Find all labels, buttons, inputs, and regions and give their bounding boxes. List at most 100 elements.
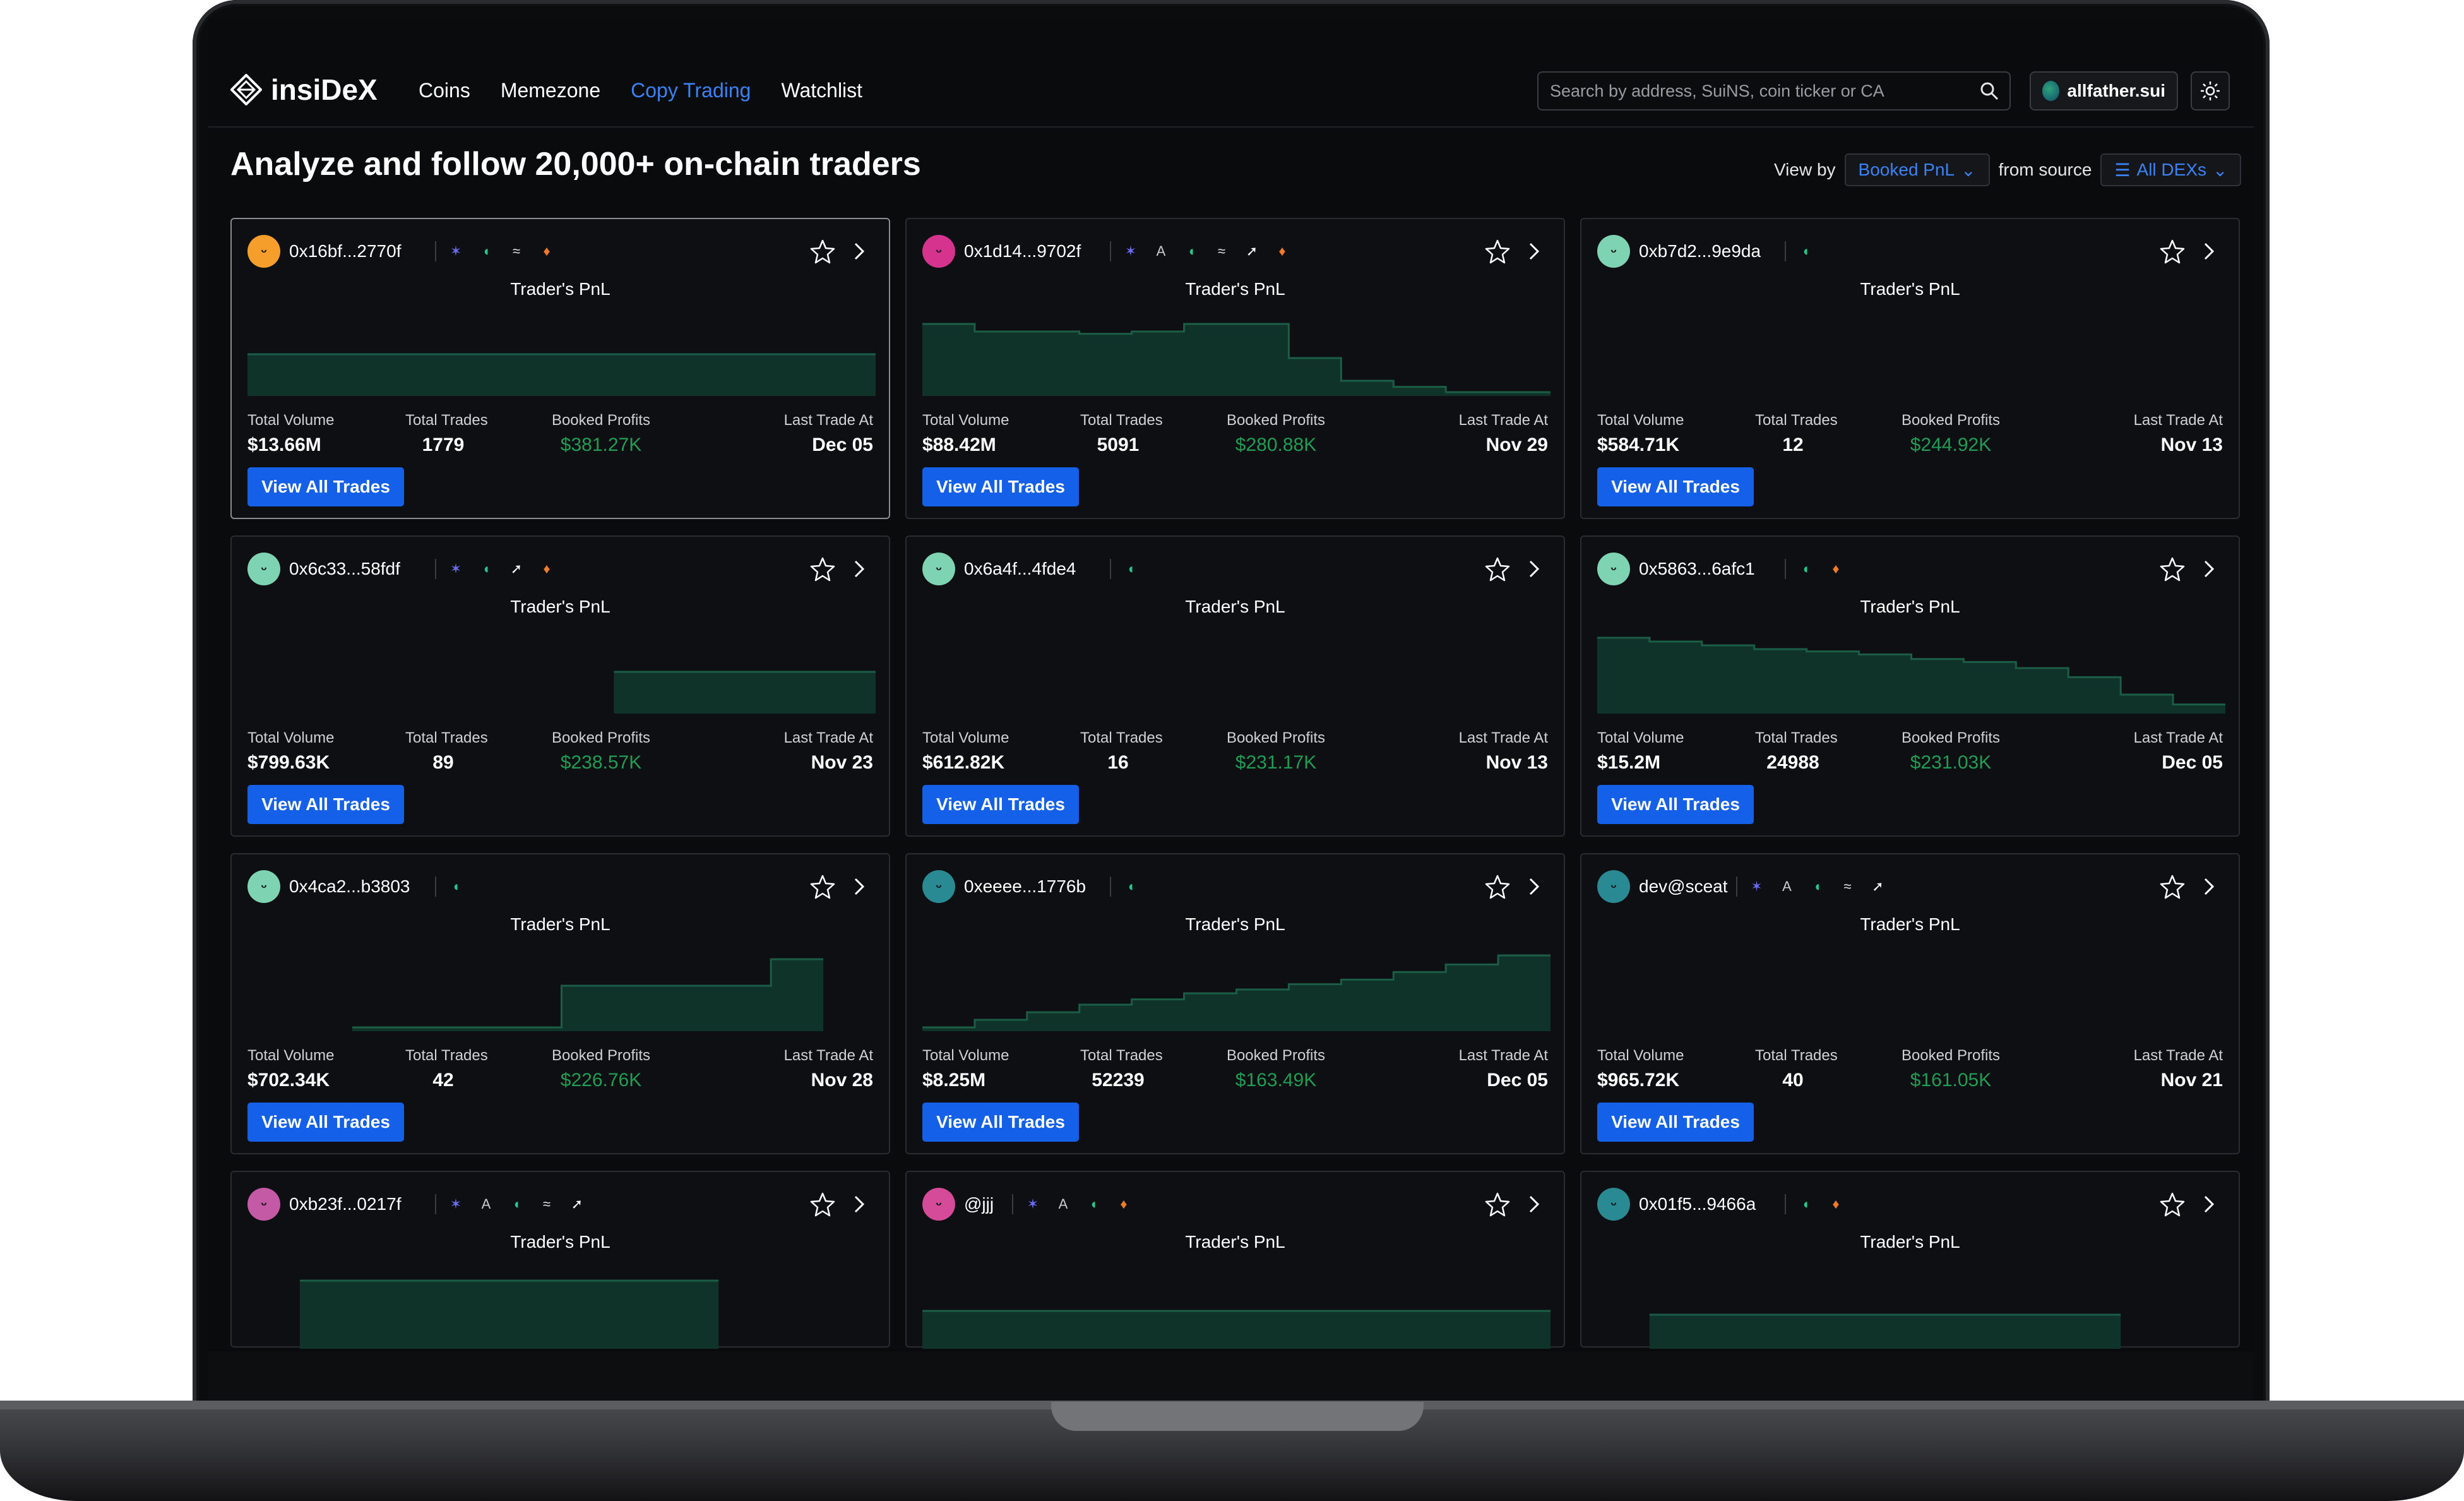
nav-coins[interactable]: Coins (419, 79, 470, 102)
trader-card[interactable]: ᵕ 0x6c33...58fdf ✶ ◖ ➚ ♦ Trader's PnL Total Vol… (230, 535, 890, 837)
dex-wave-icon: ◖ (1126, 561, 1135, 577)
star-icon[interactable] (1484, 873, 1511, 900)
logo-text: insiDeX (271, 73, 378, 106)
nav-copy-trading[interactable]: Copy Trading (631, 79, 751, 102)
view-all-trades-button[interactable]: View All Trades (247, 1103, 404, 1142)
trader-card[interactable]: ᵕ 0x4ca2...b3803 ◖ Trader's PnL Total Volume… (230, 853, 890, 1154)
chevron-right-icon[interactable] (1520, 1190, 1548, 1218)
booked-profits-label: Booked Profits (1901, 412, 2001, 429)
dex-wave-icon: ◖ (1187, 243, 1196, 259)
booked-profits-label: Booked Profits (1226, 412, 1326, 429)
last-trade-label: Last Trade At (1458, 412, 1548, 429)
chevron-right-icon[interactable] (2195, 555, 2223, 583)
total-trades-label: Total Trades (1080, 729, 1163, 746)
theme-toggle-button[interactable] (2191, 71, 2230, 111)
trader-card[interactable]: ᵕ @jjj ✶ A ◖ ♦ Trader's PnL (905, 1171, 1565, 1349)
booked-profits-label: Booked Profits (1901, 729, 2001, 746)
view-all-trades-button[interactable]: View All Trades (1597, 1103, 1754, 1142)
chevron-right-icon[interactable] (845, 555, 873, 583)
chevron-right-icon[interactable] (2195, 873, 2223, 900)
trader-card[interactable]: ᵕ 0xeeee...1776b ◖ Trader's PnL Total Volume… (905, 853, 1565, 1154)
trader-address[interactable]: 0x5863...6afc1 (1639, 559, 1755, 579)
logo[interactable]: insiDeX (230, 73, 378, 107)
trader-address[interactable]: 0x6c33...58fdf (289, 559, 400, 579)
chevron-right-icon[interactable] (1520, 237, 1548, 265)
last-trade-value: Nov 28 (811, 1070, 873, 1091)
view-all-trades-button[interactable]: View All Trades (922, 1103, 1079, 1142)
total-trades-value: 52239 (1092, 1070, 1145, 1091)
chevron-right-icon[interactable] (1520, 873, 1548, 900)
dex-wave-icon: ◖ (1126, 878, 1135, 894)
star-icon[interactable] (2158, 1190, 2186, 1218)
star-icon[interactable] (809, 237, 836, 265)
star-icon[interactable] (2158, 237, 2186, 265)
star-icon[interactable] (1484, 237, 1511, 265)
star-icon[interactable] (809, 555, 836, 583)
trader-card[interactable]: ᵕ 0x1d14...9702f ✶ A ◖ ≈ ➚ ♦ Trader's PnL Total V… (905, 218, 1565, 519)
nav-memezone[interactable]: Memezone (501, 79, 600, 102)
user-button[interactable]: allfather.sui (2030, 71, 2178, 111)
trader-address[interactable]: 0x1d14...9702f (964, 241, 1081, 261)
last-trade-label: Last Trade At (2133, 729, 2223, 746)
last-trade-value: Nov 21 (2160, 1070, 2223, 1091)
chevron-right-icon[interactable] (2195, 1190, 2223, 1218)
avatar: ᵕ (1597, 870, 1630, 903)
trader-card[interactable]: ᵕ dev@sceat ✶ A ◖ ≈ ➚ Trader's PnL Total Volume $… (1580, 853, 2240, 1154)
card-header: ᵕ 0xb23f...0217f ✶ A ◖ ≈ ➚ (247, 1188, 873, 1221)
dex-a-icon: A (1058, 1196, 1068, 1212)
trader-address[interactable]: 0x01f5...9466a (1639, 1194, 1756, 1214)
chevron-right-icon[interactable] (845, 237, 873, 265)
star-icon[interactable] (2158, 873, 2186, 900)
view-all-trades-button[interactable]: View All Trades (247, 785, 404, 824)
smile-icon: ᵕ (936, 1196, 942, 1212)
trader-address[interactable]: 0xb7d2...9e9da (1639, 241, 1761, 261)
view-all-trades-button[interactable]: View All Trades (922, 467, 1079, 506)
total-trades-value: 12 (1782, 434, 1804, 455)
trader-address[interactable]: 0x6a4f...4fde4 (964, 559, 1076, 579)
trader-address[interactable]: 0xb23f...0217f (289, 1194, 401, 1214)
search-input[interactable] (1549, 80, 1979, 102)
dex-arrow-icon: ➚ (1246, 243, 1258, 259)
trader-address[interactable]: 0x16bf...2770f (289, 241, 401, 261)
trader-card[interactable]: ᵕ 0xb23f...0217f ✶ A ◖ ≈ ➚ Trader's PnL (230, 1171, 890, 1349)
view-all-trades-button[interactable]: View All Trades (922, 785, 1079, 824)
chevron-right-icon[interactable] (845, 1190, 873, 1218)
pnl-title: Trader's PnL (1185, 1232, 1285, 1252)
trader-address[interactable]: 0x4ca2...b3803 (289, 876, 410, 897)
booked-profits-value: $280.88K (1235, 434, 1317, 455)
card-header: ᵕ @jjj ✶ A ◖ ♦ (922, 1188, 1548, 1221)
star-icon[interactable] (1484, 1190, 1511, 1218)
view-all-trades-button[interactable]: View All Trades (1597, 785, 1754, 824)
trader-card[interactable]: ᵕ 0x5863...6afc1 ◖ ♦ Trader's PnL Total Volum… (1580, 535, 2240, 837)
view-by-dropdown[interactable]: Booked PnL ⌄ (1844, 153, 1990, 186)
trader-address[interactable]: dev@sceat (1639, 876, 1728, 897)
trader-stats: Total Volume $612.82K Total Trades 16 Booked… (922, 729, 1548, 774)
last-trade-label: Last Trade At (783, 729, 873, 746)
star-icon[interactable] (809, 873, 836, 900)
source-dropdown[interactable]: ☰ All DEXs ⌄ (2100, 153, 2242, 186)
total-volume-value: $612.82K (922, 752, 1005, 773)
avatar: ᵕ (922, 1188, 955, 1221)
total-trades-label: Total Trades (1080, 1047, 1163, 1064)
star-icon[interactable] (809, 1190, 836, 1218)
dex-arrow-icon: ➚ (1872, 878, 1884, 894)
chevron-right-icon[interactable] (2195, 237, 2223, 265)
total-trades-value: 5091 (1097, 434, 1140, 455)
chevron-right-icon[interactable] (1520, 555, 1548, 583)
view-all-trades-button[interactable]: View All Trades (1597, 467, 1754, 506)
dex-wave-icon: ◖ (1801, 1196, 1810, 1212)
view-all-trades-button[interactable]: View All Trades (247, 467, 404, 506)
chevron-right-icon[interactable] (845, 873, 873, 900)
search-icon[interactable] (1979, 81, 1999, 101)
trader-card[interactable]: ᵕ 0x01f5...9466a ◖ ♦ Trader's PnL (1580, 1171, 2240, 1349)
nav-watchlist[interactable]: Watchlist (781, 79, 862, 102)
star-icon[interactable] (1484, 555, 1511, 583)
trader-card[interactable]: ᵕ 0x16bf...2770f ✶ ◖ ≈ ♦ Trader's PnL Total Vol… (230, 218, 890, 519)
star-icon[interactable] (2158, 555, 2186, 583)
trader-card[interactable]: ᵕ 0x6a4f...4fde4 ◖ Trader's PnL Total Volume… (905, 535, 1565, 837)
total-trades-value: 16 (1107, 752, 1129, 773)
trader-address[interactable]: @jjj (964, 1194, 994, 1214)
trader-address[interactable]: 0xeeee...1776b (964, 876, 1086, 897)
trader-card[interactable]: ᵕ 0xb7d2...9e9da ◖ Trader's PnL Total Volume… (1580, 218, 2240, 519)
smile-icon: ᵕ (261, 561, 267, 577)
